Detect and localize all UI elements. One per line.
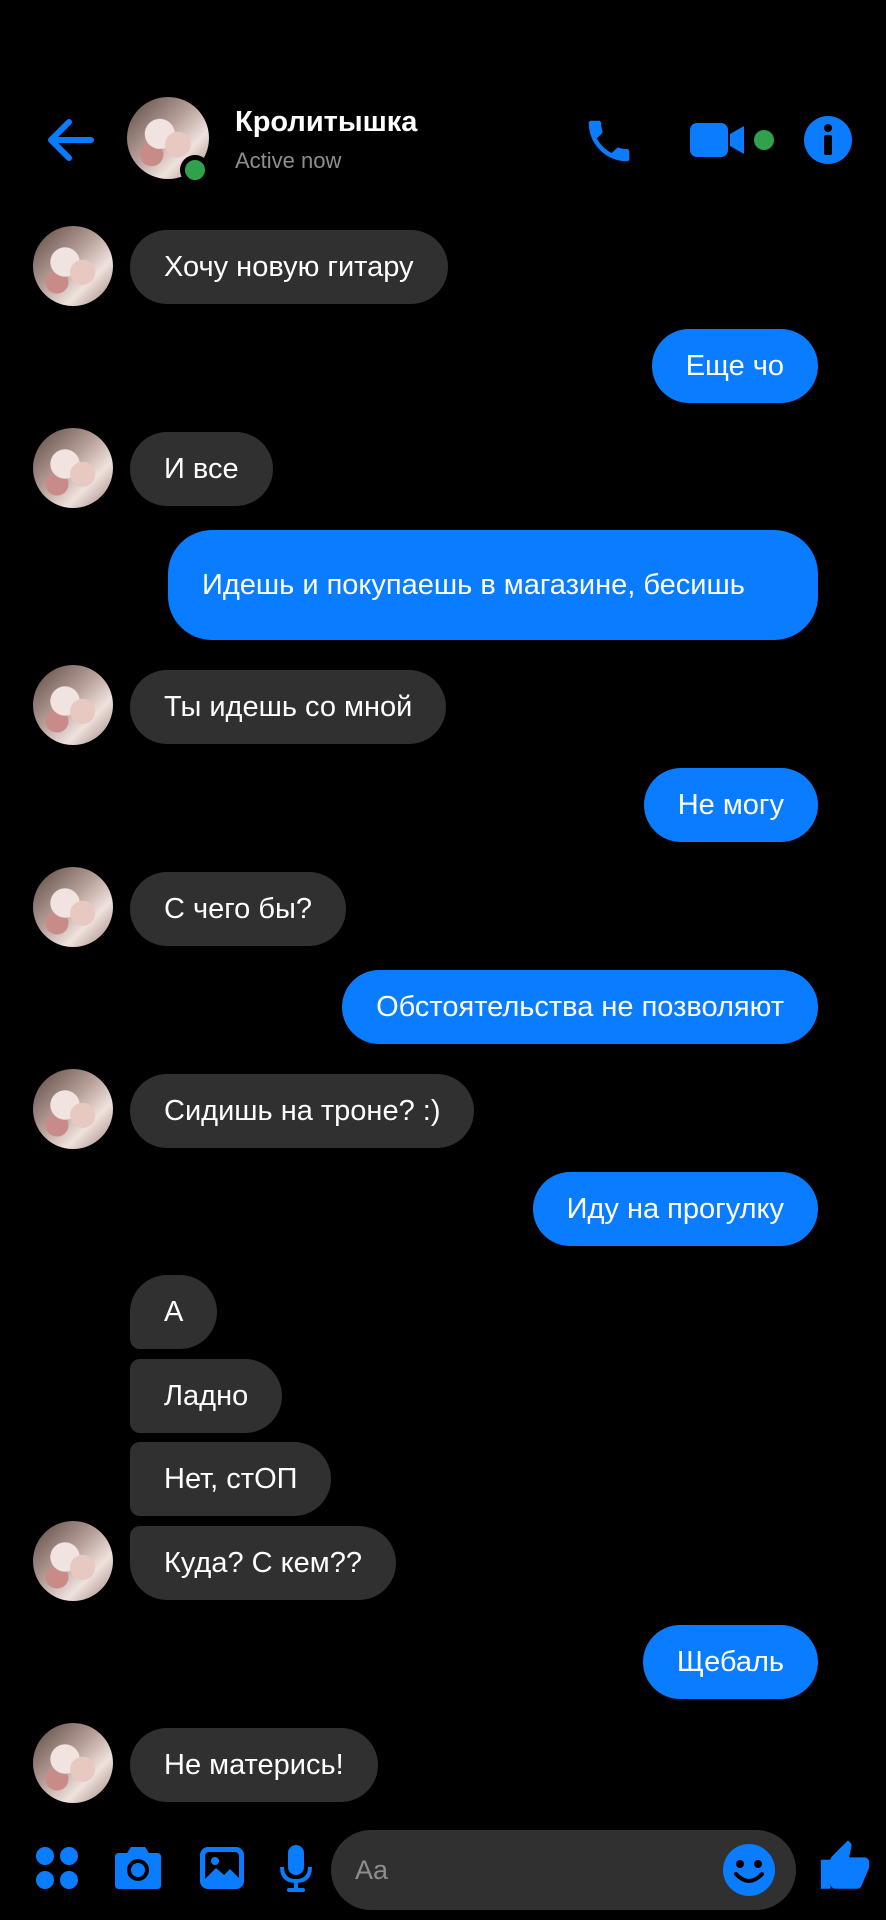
- gallery-button[interactable]: [192, 1838, 252, 1898]
- sender-avatar[interactable]: [33, 1723, 113, 1803]
- audio-call-button[interactable]: [578, 110, 640, 172]
- contact-status: Active now: [235, 148, 342, 173]
- message-incoming[interactable]: С чего бы?: [130, 872, 346, 946]
- message-outgoing[interactable]: Щебаль: [642, 1625, 818, 1699]
- message-incoming[interactable]: Ладно: [130, 1359, 283, 1433]
- message-outgoing[interactable]: Еще чо: [651, 329, 818, 403]
- message-incoming[interactable]: А: [130, 1275, 218, 1349]
- phone-icon: [588, 120, 630, 162]
- message-incoming[interactable]: Куда? С кем??: [130, 1526, 397, 1600]
- video-call-button[interactable]: [685, 112, 751, 168]
- emoji-button[interactable]: [719, 1840, 779, 1900]
- info-icon: [804, 116, 852, 164]
- sender-avatar[interactable]: [33, 428, 113, 508]
- message-incoming[interactable]: И все: [130, 432, 273, 506]
- contact-name[interactable]: Кролитышка: [235, 106, 417, 139]
- message-incoming[interactable]: Не матерись!: [130, 1728, 378, 1802]
- message-composer[interactable]: [331, 1830, 796, 1910]
- message-input[interactable]: [355, 1830, 715, 1910]
- conversation-info-button[interactable]: [800, 112, 856, 168]
- four-dots-icon: [36, 1847, 78, 1889]
- image-icon: [200, 1847, 244, 1889]
- video-camera-icon: [690, 123, 744, 157]
- composer-bar: [0, 1828, 886, 1910]
- camera-icon: [115, 1847, 161, 1889]
- message-outgoing[interactable]: Идешь и покупаешь в магазине, бесишь: [168, 530, 818, 640]
- sender-avatar[interactable]: [33, 226, 113, 306]
- smiley-icon: [723, 1844, 775, 1896]
- more-actions-button[interactable]: [27, 1838, 87, 1898]
- back-button[interactable]: [40, 112, 100, 168]
- arrow-left-icon: [48, 119, 94, 161]
- message-incoming[interactable]: Нет, стОП: [130, 1442, 332, 1516]
- camera-button[interactable]: [108, 1838, 168, 1898]
- message-incoming[interactable]: Ты идешь со мной: [130, 670, 447, 744]
- thumbs-up-icon: [820, 1840, 870, 1889]
- online-status-dot: [180, 155, 210, 185]
- sender-avatar[interactable]: [33, 1521, 113, 1601]
- voice-message-button[interactable]: [266, 1838, 326, 1898]
- message-outgoing[interactable]: Не могу: [643, 768, 818, 842]
- message-outgoing[interactable]: Иду на прогулку: [532, 1172, 818, 1246]
- sender-avatar[interactable]: [33, 1069, 113, 1149]
- sender-avatar[interactable]: [33, 867, 113, 947]
- microphone-icon: [280, 1845, 312, 1892]
- video-active-dot: [754, 130, 774, 150]
- message-incoming[interactable]: Хочу новую гитару: [130, 230, 448, 304]
- message-incoming[interactable]: Сидишь на троне? :): [130, 1074, 475, 1148]
- sender-avatar[interactable]: [33, 665, 113, 745]
- message-outgoing[interactable]: Обстоятельства не позволяют: [342, 970, 818, 1044]
- conversation-header: Кролитышка Active now: [0, 90, 886, 190]
- like-button[interactable]: [812, 1834, 878, 1900]
